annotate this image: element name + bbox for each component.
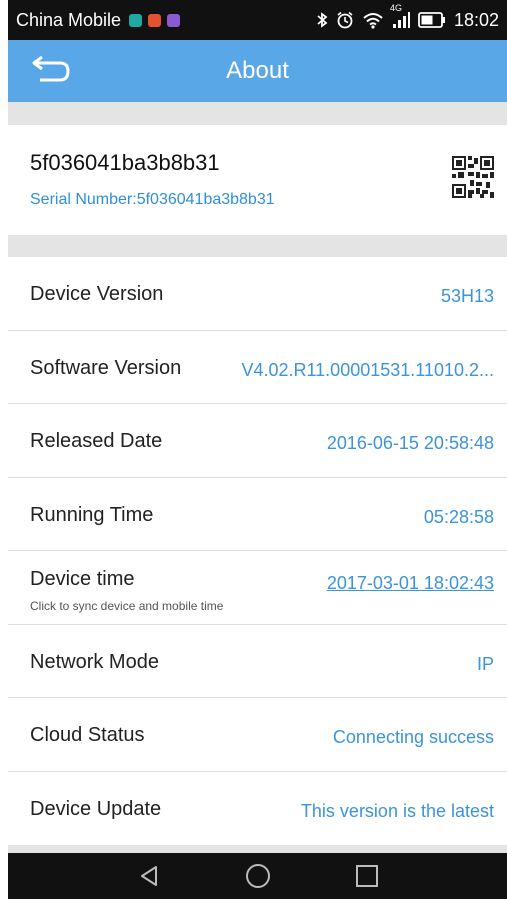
row-value: IP [476, 653, 494, 674]
row-label: Network Mode [30, 650, 159, 673]
device-info-list: Device Version 53H13 Software Version V4… [8, 257, 507, 845]
signal-icon: 4G [390, 3, 410, 29]
nav-recents-icon[interactable] [355, 864, 379, 888]
section-divider [8, 102, 507, 125]
row-label: Released Date [30, 430, 163, 452]
serial-number: Serial Number:5f036041ba3b8b31 [30, 191, 275, 208]
device-time-row[interactable]: Device time Click to sync device and mob… [8, 551, 507, 625]
app-icon-red [148, 13, 162, 27]
row-label: Device Version [30, 283, 164, 305]
row-value: 53H13 [440, 286, 494, 306]
row-label: Device time [30, 568, 135, 590]
qr-code-icon[interactable] [452, 156, 494, 198]
sync-time-link[interactable]: 2017-03-01 18:02:43 [327, 573, 494, 594]
app-header: About [8, 40, 507, 102]
row-label: Device Update [30, 797, 162, 820]
row-value: V4.02.R11.00001531.11010.2... [241, 359, 494, 380]
row-value: 05:28:58 [423, 506, 494, 527]
section-divider [8, 235, 507, 257]
software-version-row: Software Version V4.02.R11.00001531.1101… [8, 330, 507, 404]
row-label: Running Time [30, 503, 154, 526]
bluetooth-icon [317, 12, 328, 28]
nav-home-icon[interactable] [245, 863, 271, 889]
device-version-row: Device Version 53H13 [8, 257, 507, 331]
bottom-divider [8, 845, 507, 853]
row-value: This version is the latest [300, 800, 494, 821]
status-bar: China Mobile 4G 18:02 [8, 0, 507, 40]
row-value: Connecting success [332, 727, 494, 747]
device-name: 5f036041ba3b8b31 [30, 150, 220, 175]
network-mode-row: Network Mode IP [8, 624, 507, 698]
nav-back-icon[interactable] [137, 864, 161, 888]
device-update-row[interactable]: Device Update This version is the latest [8, 771, 507, 845]
battery-icon [418, 12, 445, 28]
carrier-label: China Mobile [16, 9, 122, 30]
released-date-row: Released Date 2016-06-15 20:58:48 [8, 404, 507, 478]
row-label: Cloud Status [30, 724, 145, 746]
app-icon-purple [167, 13, 181, 27]
alarm-icon [337, 11, 353, 29]
back-icon[interactable] [30, 56, 72, 86]
network-type-label: 4G [389, 3, 402, 13]
wifi-icon [363, 13, 383, 29]
sync-hint: Click to sync device and mobile time [30, 599, 224, 613]
row-label: Software Version [30, 356, 182, 379]
app-icon-teal [129, 13, 143, 27]
cloud-status-row: Cloud Status Connecting success [8, 698, 507, 772]
clock: 18:02 [453, 9, 499, 30]
system-nav-bar [8, 853, 507, 899]
device-card: 5f036041ba3b8b31 Serial Number:5f036041b… [8, 125, 507, 235]
running-time-row: Running Time 05:28:58 [8, 477, 507, 551]
page-title: About [226, 57, 289, 84]
row-value: 2016-06-15 20:58:48 [326, 433, 494, 453]
